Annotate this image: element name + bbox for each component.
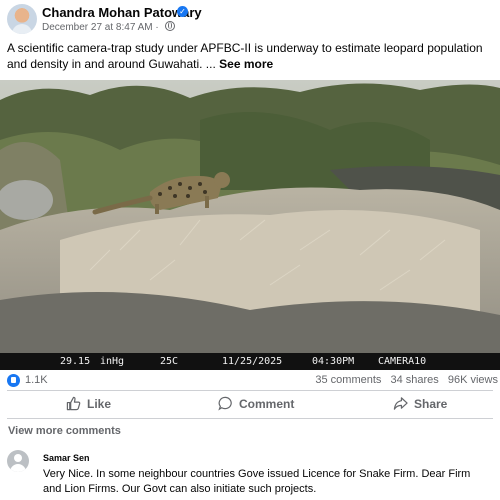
share-label: Share [414, 397, 448, 411]
post-header: Chandra Mohan Patowary ✓ December 27 at … [0, 0, 500, 36]
post-actions: Like Comment Share [0, 392, 500, 416]
post-date[interactable]: December 27 at 8:47 AM [42, 22, 153, 33]
comments-count[interactable]: 35 comments [315, 374, 381, 386]
view-more-comments-link[interactable]: View more comments [8, 425, 121, 437]
comment-button[interactable]: Comment [218, 392, 294, 416]
views-count: 96K views [447, 374, 498, 386]
divider [7, 418, 493, 419]
reaction-count[interactable]: 1.1K [25, 374, 48, 386]
globe-icon [164, 21, 175, 31]
verified-badge-icon: ✓ [177, 6, 188, 17]
comment-label: Comment [239, 397, 295, 411]
see-more-link[interactable]: See more [219, 57, 273, 71]
share-icon [393, 397, 408, 410]
like-label: Like [87, 397, 112, 411]
overlay-date: 11/25/2025 [222, 356, 283, 367]
overlay-pressure: 29.15 [60, 356, 91, 367]
comment-author[interactable]: Samar Sen [43, 453, 496, 463]
like-button[interactable]: Like [66, 392, 111, 416]
post-photo[interactable]: 29.15 inHg 25C 11/25/2025 04:30PM CAMERA… [0, 80, 500, 370]
post-caption: A scientific camera-trap study under APF… [7, 40, 495, 72]
camera-trap-photo [0, 80, 500, 370]
engagement-counts: 35 comments 34 shares 96K views [309, 374, 498, 386]
commenter-avatar[interactable] [7, 450, 29, 472]
post-stats: 1.1K 35 comments 34 shares 96K views [0, 372, 500, 390]
overlay-time: 04:30PM [312, 356, 355, 367]
overlay-camera-id: CAMERA10 [378, 356, 427, 367]
share-button[interactable]: Share [393, 392, 447, 416]
meta-separator: · [155, 22, 159, 33]
post-meta: December 27 at 8:47 AM · [42, 21, 175, 33]
comment-text: Very Nice. In some neighbour countries G… [43, 468, 471, 495]
comment-bubble: Samar Sen Very Nice. In some neighbour c… [36, 449, 496, 497]
overlay-pressure-unit: inHg [100, 356, 125, 367]
author-avatar[interactable] [7, 4, 37, 34]
camera-trap-overlay: 29.15 inHg 25C 11/25/2025 04:30PM CAMERA… [0, 353, 500, 370]
overlay-temperature: 25C [160, 356, 179, 367]
comment-icon [218, 396, 232, 411]
divider [7, 390, 493, 391]
like-reaction-icon[interactable] [7, 374, 20, 387]
shares-count[interactable]: 34 shares [390, 374, 438, 386]
thumbs-up-icon [66, 396, 81, 411]
